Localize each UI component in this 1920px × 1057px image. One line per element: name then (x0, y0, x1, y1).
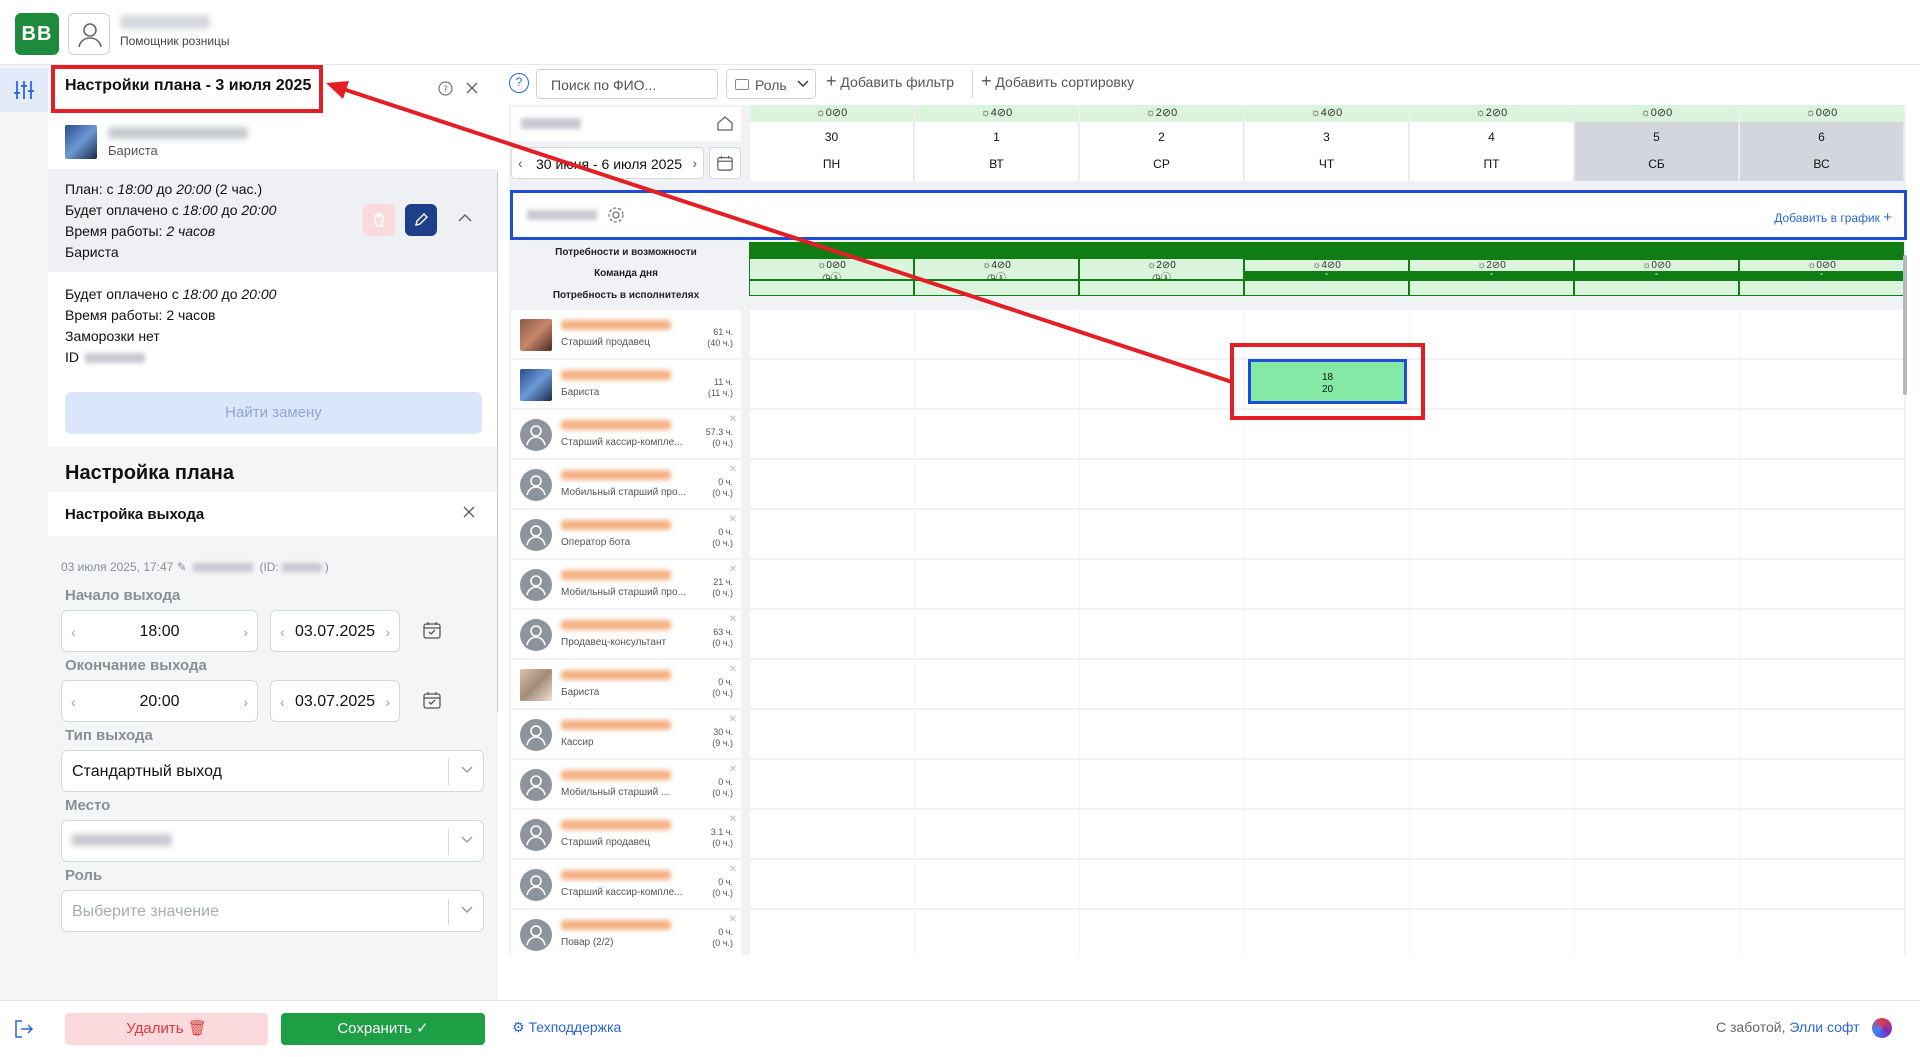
brand-logo-icon (1872, 1018, 1892, 1038)
logout-icon[interactable] (14, 1020, 34, 1038)
credits: С заботой, Элли софт (1716, 1019, 1860, 1035)
delete-button[interactable]: Удалить 🗑 (65, 1013, 268, 1045)
support-icon: ⚙ (512, 1019, 525, 1035)
save-button[interactable]: Сохранить ✓ (281, 1013, 485, 1045)
footer: Удалить 🗑 Сохранить ✓ ⚙ Техподдержка С з… (0, 1000, 1920, 1057)
support-link[interactable]: ⚙ Техподдержка (512, 1019, 621, 1036)
check-icon: ✓ (416, 1020, 429, 1037)
trash-icon: 🗑 (187, 1020, 207, 1037)
annotation-arrow (326, 81, 1233, 384)
